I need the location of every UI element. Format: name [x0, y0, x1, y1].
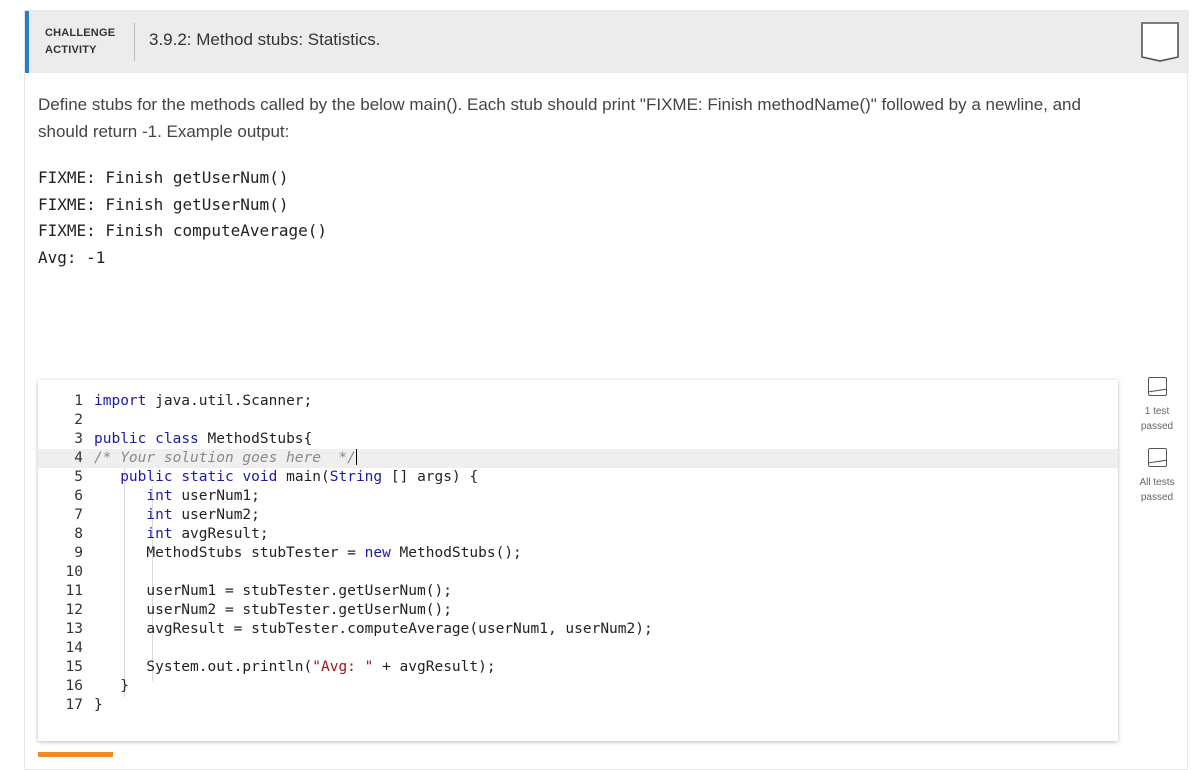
line-number: 5: [74, 469, 83, 485]
code-line[interactable]: 12 userNum2 = stubTester.getUserNum();: [38, 601, 1118, 620]
submit-progress-bar: [38, 752, 113, 757]
code-text[interactable]: userNum1 = stubTester.getUserNum();: [94, 582, 452, 601]
activity-type-line-1: CHALLENGE: [45, 27, 116, 39]
line-number: 3: [74, 431, 83, 447]
code-line[interactable]: 15 System.out.println("Avg: " + avgResul…: [38, 658, 1118, 677]
line-number: 12: [65, 602, 83, 618]
code-line[interactable]: 1 import java.util.Scanner;: [38, 392, 1118, 411]
line-number: 11: [65, 583, 83, 599]
text-cursor: [355, 449, 358, 465]
code-line[interactable]: 7 int userNum2;: [38, 506, 1118, 525]
activity-type-label: CHALLENGE ACTIVITY: [45, 25, 137, 59]
test-status-text: 1 test passed: [1130, 404, 1184, 434]
code-text[interactable]: int userNum1;: [94, 487, 260, 506]
example-output-line: Avg: -1: [38, 247, 106, 267]
code-line[interactable]: 10: [38, 563, 1118, 582]
line-number: 10: [65, 564, 83, 580]
line-number: 17: [65, 697, 83, 713]
example-output: FIXME: Finish getUserNum() FIXME: Finish…: [38, 165, 327, 271]
line-number: 15: [65, 659, 83, 675]
code-line[interactable]: 9 MethodStubs stubTester = new MethodStu…: [38, 544, 1118, 563]
test-status-line: passed: [1140, 492, 1174, 503]
test-status-1: 1 test passed: [1130, 377, 1184, 434]
test-status-line: passed: [1140, 421, 1174, 432]
test-status-text: All tests passed: [1130, 475, 1184, 505]
code-text[interactable]: int avgResult;: [94, 525, 268, 544]
code-editor[interactable]: 1 import java.util.Scanner; 2 3 public class…: [38, 380, 1118, 741]
code-line[interactable]: 13 avgResult = stubTester.computeAverage…: [38, 620, 1118, 639]
code-text[interactable]: public static void main(String [] args) …: [94, 468, 478, 487]
code-text[interactable]: import java.util.Scanner;: [94, 392, 312, 411]
test-status-line: 1 test: [1144, 406, 1170, 417]
code-text[interactable]: }: [94, 677, 129, 696]
line-number: 14: [65, 640, 83, 656]
test-status-all: All tests passed: [1130, 448, 1184, 505]
code-line[interactable]: 2: [38, 411, 1118, 430]
activity-title: 3.9.2: Method stubs: Statistics.: [149, 30, 381, 49]
example-output-line: FIXME: Finish computeAverage(): [38, 221, 327, 240]
line-number: 2: [74, 412, 83, 428]
code-line[interactable]: 5 public static void main(String [] args…: [38, 468, 1118, 487]
code-line[interactable]: 4 /* Your solution goes here */: [38, 449, 1118, 468]
code-line[interactable]: 16 }: [38, 677, 1118, 696]
activity-header: CHALLENGE ACTIVITY 3.9.2: Method stubs: …: [25, 11, 1189, 73]
code-line[interactable]: 11 userNum1 = stubTester.getUserNum();: [38, 582, 1118, 601]
test-badge-icon: [1147, 448, 1167, 467]
code-text[interactable]: public class MethodStubs{: [94, 430, 312, 449]
code-line[interactable]: 6 int userNum1;: [38, 487, 1118, 506]
line-number: 16: [65, 678, 83, 694]
test-badge-icon: [1147, 377, 1167, 396]
code-text[interactable]: userNum2 = stubTester.getUserNum();: [94, 601, 452, 620]
line-number: 6: [74, 488, 83, 504]
line-number: 13: [65, 621, 83, 637]
line-number: 8: [74, 526, 83, 542]
code-text[interactable]: /* Your solution goes here */: [94, 449, 358, 468]
instructions-text: Define stubs for the methods called by t…: [38, 95, 1081, 141]
line-number: 4: [74, 450, 83, 466]
code-text[interactable]: avgResult = stubTester.computeAverage(us…: [94, 620, 652, 639]
code-text[interactable]: MethodStubs stubTester = new MethodStubs…: [94, 544, 521, 563]
example-output-line: FIXME: Finish getUserNum(): [38, 194, 289, 214]
line-number: 9: [74, 545, 83, 561]
example-output-line: FIXME: Finish getUserNum(): [38, 168, 289, 187]
header-divider: [134, 23, 135, 61]
code-text[interactable]: System.out.println("Avg: " + avgResult);: [94, 658, 495, 677]
line-number: 7: [74, 507, 83, 523]
activity-type-line-2: ACTIVITY: [45, 44, 97, 56]
test-status-line: All tests: [1139, 477, 1175, 488]
completion-badge-icon: [1141, 22, 1179, 62]
code-text[interactable]: }: [94, 696, 103, 715]
code-line[interactable]: 3 public class MethodStubs{: [38, 430, 1118, 449]
code-line[interactable]: 17}: [38, 696, 1118, 715]
code-line[interactable]: 14: [38, 639, 1118, 658]
code-line[interactable]: 8 int avgResult;: [38, 525, 1118, 544]
line-number: 1: [74, 393, 83, 409]
challenge-activity-card: CHALLENGE ACTIVITY 3.9.2: Method stubs: …: [24, 10, 1189, 770]
code-text[interactable]: int userNum2;: [94, 506, 260, 525]
